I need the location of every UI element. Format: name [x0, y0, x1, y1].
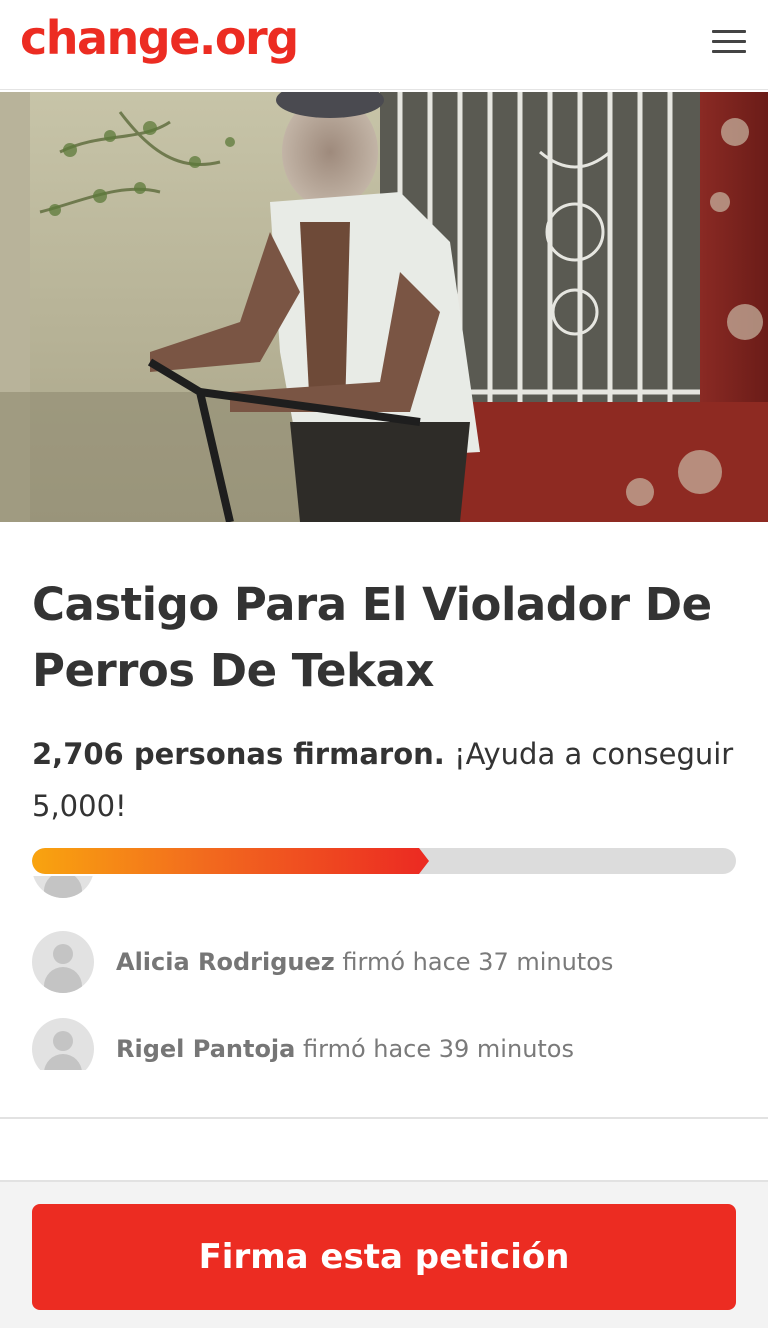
user-avatar-icon — [32, 876, 94, 898]
signer-name: Alicia Rodriguez — [116, 948, 335, 976]
hamburger-menu-icon[interactable] — [706, 26, 752, 58]
petition-hero-image — [0, 92, 768, 522]
petition-photo — [0, 92, 768, 522]
petition-title: Castigo Para El Violador De Perros De Te… — [32, 578, 712, 697]
signer-name: Rigel Pantoja — [116, 1035, 296, 1063]
sign-petition-button[interactable]: Firma esta petición — [32, 1204, 736, 1310]
signer-action: minutos — [116, 876, 213, 881]
user-avatar-icon — [32, 1018, 94, 1070]
change-org-logo[interactable]: change.org — [20, 8, 299, 68]
signer-text: Rigel Pantoja firmó hace 39 minutos — [116, 1032, 574, 1066]
site-header: change.org — [0, 0, 768, 90]
user-avatar-icon — [32, 931, 94, 993]
signer-text: minutos — [116, 876, 213, 884]
signature-summary: 2,706 personas firmaron. ¡Ayuda a conseg… — [32, 728, 742, 832]
signature-progress-fill — [32, 848, 430, 874]
recent-signers-list: minutos Alicia Rodriguez firmó hace 37 m… — [0, 876, 768, 1070]
signer-text: Alicia Rodriguez firmó hace 37 minutos — [116, 945, 613, 979]
signature-count-text: 2,706 personas firmaron. — [32, 737, 445, 771]
list-item: Rigel Pantoja firmó hace 39 minutos — [32, 1018, 752, 1070]
list-item: minutos — [32, 876, 752, 898]
signer-action: firmó hace 37 minutos — [342, 948, 614, 976]
signer-action: firmó hace 39 minutos — [303, 1035, 574, 1063]
signature-progress-bar — [32, 848, 736, 874]
sticky-footer: Firma esta petición — [0, 1180, 768, 1328]
list-item: Alicia Rodriguez firmó hace 37 minutos — [32, 931, 752, 993]
section-divider — [0, 1117, 768, 1119]
